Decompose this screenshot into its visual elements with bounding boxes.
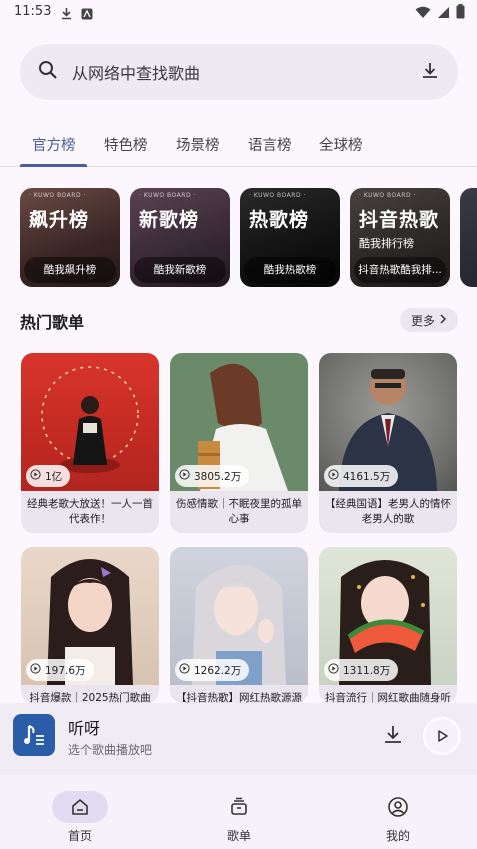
download-icon[interactable]: [382, 723, 404, 749]
play-count-value: 1262.2万: [194, 664, 242, 677]
rank-card-soaring[interactable]: · KUWO BOARD · 飙升榜 酷我飙升榜: [20, 188, 120, 287]
chevron-right-icon: [439, 313, 447, 327]
tab-featured[interactable]: 特色榜: [104, 134, 148, 155]
rank-list: · KUWO BOARD · 飙升榜 酷我飙升榜 · KUWO BOARD · …: [20, 188, 477, 287]
playlist-title: 抖音爆款｜2025热门歌曲: [29, 692, 151, 703]
playlist-card[interactable]: 3805.2万 伤感情歌｜不眠夜里的孤单心事: [170, 353, 308, 533]
more-label: 更多: [410, 313, 435, 328]
home-icon: [52, 791, 108, 823]
nav-label: 首页: [67, 829, 92, 843]
play-icon: [30, 663, 41, 677]
play-count: 1262.2万: [175, 659, 250, 681]
download-icon[interactable]: [420, 60, 440, 84]
play-icon: [328, 469, 339, 483]
rank-card-tagline: · KUWO BOARD ·: [139, 192, 196, 199]
rank-card-title: 飙升榜: [29, 209, 90, 231]
nav-home[interactable]: 首页: [20, 775, 140, 849]
play-count-value: 4161.5万: [343, 470, 391, 483]
rank-card-title: 新歌榜: [139, 209, 200, 231]
download-status-icon: [60, 5, 73, 24]
play-count: 1亿: [26, 465, 71, 487]
status-bar: 11:53: [0, 0, 477, 26]
section-title: 热门歌单: [20, 313, 85, 332]
rank-card-caption: 酷我新歌榜: [134, 257, 226, 283]
tab-official[interactable]: 官方榜: [32, 134, 76, 155]
chart-tabs: 官方榜 特色榜 场景榜 语言榜 全球榜: [0, 124, 477, 167]
tab-global[interactable]: 全球榜: [319, 134, 363, 155]
play-icon: [179, 663, 190, 677]
play-icon: [328, 663, 339, 677]
nav-label: 我的: [385, 829, 410, 843]
playlist-title: 【抖音热歌】网红热歌源源: [176, 692, 302, 703]
playlist-icon: [211, 791, 267, 823]
play-count-value: 3805.2万: [194, 470, 242, 483]
rank-card-hot[interactable]: · KUWO BOARD · 热歌榜 酷我热歌榜: [240, 188, 340, 287]
tab-scene[interactable]: 场景榜: [176, 134, 220, 155]
rank-card-caption: 酷我热歌榜: [244, 257, 336, 283]
rank-card-partial[interactable]: [460, 188, 477, 287]
search-input[interactable]: 从网络中查找歌曲: [72, 60, 420, 84]
playlist-title: 经典老歌大放送！一人一首代表作！: [27, 498, 153, 525]
more-button[interactable]: 更多: [400, 308, 458, 332]
rank-card-tagline: · KUWO BOARD ·: [29, 192, 86, 199]
playlist-card[interactable]: 1亿 经典老歌大放送！一人一首代表作！: [21, 353, 159, 533]
nav-playlist[interactable]: 歌单: [179, 775, 299, 849]
play-count: 197.6万: [26, 659, 94, 681]
play-button[interactable]: [423, 717, 461, 755]
play-icon: [30, 469, 41, 483]
nav-profile[interactable]: 我的: [338, 775, 458, 849]
tab-language[interactable]: 语言榜: [248, 134, 292, 155]
play-icon: [179, 469, 190, 483]
rank-card-title: 抖音热歌: [359, 209, 440, 231]
rank-card-tagline: · KUWO BOARD ·: [359, 192, 416, 199]
app-status-icon: [81, 5, 93, 24]
mini-player-subtitle: 选个歌曲播放吧: [68, 743, 153, 757]
search-bar[interactable]: 从网络中查找歌曲: [20, 44, 458, 100]
rank-card-subtitle: 酷我排行榜: [359, 237, 414, 250]
play-count: 4161.5万: [324, 465, 399, 487]
playlist-card[interactable]: 1311.8万 抖音流行｜网红歌曲随身听: [319, 547, 457, 703]
playlist-card[interactable]: 197.6万 抖音爆款｜2025热门歌曲: [21, 547, 159, 703]
play-count-value: 197.6万: [45, 664, 86, 677]
playlist-card[interactable]: 1262.2万 【抖音热歌】网红热歌源源: [170, 547, 308, 703]
rank-card-new[interactable]: · KUWO BOARD · 新歌榜 酷我新歌榜: [130, 188, 230, 287]
play-count: 1311.8万: [324, 659, 399, 681]
rank-card-caption: 抖音热歌酷我排...: [354, 257, 446, 283]
search-icon: [38, 60, 58, 84]
playlist-title: 抖音流行｜网红歌曲随身听: [325, 692, 451, 703]
bottom-nav: 首页 歌单 我的: [0, 775, 477, 849]
play-count: 3805.2万: [175, 465, 250, 487]
tab-indicator: [20, 164, 87, 167]
mini-player[interactable]: 听呀 选个歌曲播放吧: [0, 703, 477, 775]
rank-card-douyin[interactable]: · KUWO BOARD · 抖音热歌 酷我排行榜 抖音热歌酷我排...: [350, 188, 450, 287]
signal-icon: [437, 4, 450, 23]
playlist-title: 【经典国语】老男人的情怀老男人的歌: [325, 498, 451, 525]
rank-card-tagline: · KUWO BOARD ·: [249, 192, 306, 199]
mini-player-title: 听呀: [68, 719, 101, 738]
wifi-icon: [415, 4, 431, 23]
rank-card-caption: 酷我飙升榜: [24, 257, 116, 283]
nav-label: 歌单: [226, 829, 251, 843]
play-count-value: 1311.8万: [343, 664, 391, 677]
rank-card-title: 热歌榜: [249, 209, 310, 231]
profile-icon: [370, 791, 426, 823]
status-time: 11:53: [14, 4, 52, 19]
app-logo-icon: [13, 714, 55, 756]
playlist-title: 伤感情歌｜不眠夜里的孤单心事: [176, 498, 302, 525]
playlist-card[interactable]: 4161.5万 【经典国语】老男人的情怀老男人的歌: [319, 353, 457, 533]
play-count-value: 1亿: [45, 470, 63, 483]
battery-icon: [456, 4, 465, 23]
